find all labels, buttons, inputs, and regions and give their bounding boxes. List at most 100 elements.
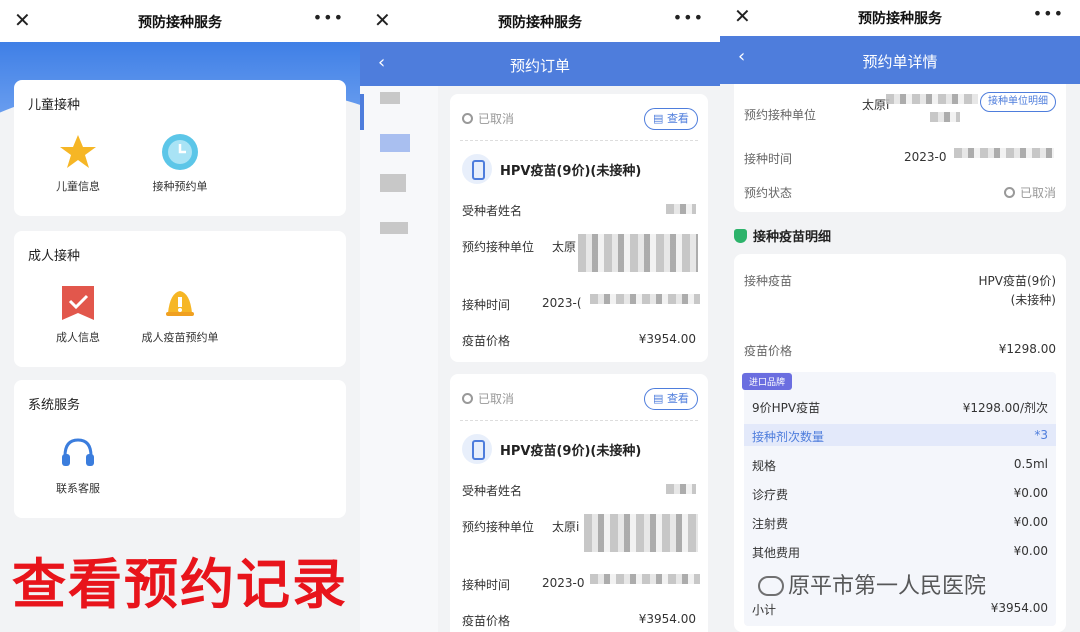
state-value: 已取消: [1003, 184, 1056, 201]
child-appointment-label: 接种预约单: [152, 180, 208, 193]
contact-support-label: 联系客服: [56, 482, 100, 495]
child-info-button[interactable]: 儿童信息: [28, 132, 128, 194]
row-label: 注射费: [752, 517, 789, 531]
status-circle-icon: [1003, 187, 1015, 198]
child-info-label: 儿童信息: [56, 180, 100, 193]
redacted-value: [590, 574, 700, 584]
watermark: 原平市第一人民医院: [758, 568, 986, 600]
order-list-panel: ✕ 预防接种服务 ••• ‹ 预约订单 已取消 ▤ 查看 HPV疫苗(9价)(未…: [360, 0, 720, 632]
time-value: 2023-0: [542, 576, 585, 590]
headset-icon: [62, 438, 94, 466]
state-label: 预约状态: [744, 186, 793, 200]
order-status: 已取消: [462, 390, 514, 407]
unit-label: 预约接种单位: [744, 108, 817, 122]
time-label: 接种时间: [462, 578, 511, 592]
divider: [460, 420, 698, 421]
time-value: 2023-(: [542, 296, 582, 310]
adult-appointment-button[interactable]: 成人疫苗预约单: [130, 283, 230, 345]
vaccine-value-line2: (未接种): [1010, 293, 1056, 307]
document-icon: ▤: [653, 392, 667, 405]
child-appointment-button[interactable]: 接种预约单: [130, 132, 230, 194]
nav-header: ‹ 预约单详情: [720, 36, 1080, 84]
order-card[interactable]: 已取消 ▤ 查看 HPV疫苗(9价)(未接种) 受种者姓名 预约接种单位 太原 …: [450, 94, 708, 362]
order-detail-panel: ✕ 预防接种服务 ••• ‹ 预约单详情 预约接种单位 太原ī 接种单位明细 接…: [720, 0, 1080, 632]
vaccine-name: HPV疫苗(9价)(未接种): [500, 444, 642, 459]
recipient-label: 受种者姓名: [462, 204, 523, 218]
row-value: ¥1298.00/剂次: [962, 401, 1048, 415]
unit-value: 太原i: [552, 520, 580, 534]
side-tab[interactable]: [380, 174, 406, 192]
brand-badge: 进口品牌: [742, 373, 793, 390]
time-value: 2023-0: [904, 150, 947, 164]
appointment-info-card: 预约接种单位 太原ī 接种单位明细 接种时间 2023-0 预约状态 已取消: [734, 84, 1066, 212]
wechat-icon: [758, 576, 784, 596]
vaccine-vial-icon: [462, 154, 492, 184]
section-title: 接种疫苗明细: [734, 226, 831, 245]
system-service-card: 系统服务 联系客服: [14, 380, 346, 518]
unit-label: 预约接种单位: [462, 240, 535, 254]
nav-header: ‹ 预约订单: [360, 42, 720, 86]
row-label: 9价HPV疫苗: [752, 401, 821, 415]
row-value: 0.5ml: [1013, 457, 1048, 471]
page-title: 预防接种服务: [858, 11, 942, 27]
order-status: 已取消: [462, 110, 514, 127]
row-label: 规格: [752, 459, 777, 473]
row-value: ¥0.00: [1013, 544, 1048, 558]
header-title: 预约单详情: [862, 53, 938, 71]
section-title: 成人接种: [28, 249, 81, 264]
contact-support-button[interactable]: 联系客服: [28, 434, 128, 496]
redacted-value: [886, 94, 978, 104]
redacted-value: [584, 514, 698, 552]
more-icon[interactable]: •••: [1033, 4, 1064, 23]
document-icon: ▤: [653, 112, 667, 125]
recipient-label: 受种者姓名: [462, 484, 523, 498]
more-icon[interactable]: •••: [313, 8, 344, 27]
side-tab[interactable]: [380, 92, 400, 104]
unit-label: 预约接种单位: [462, 520, 535, 534]
side-tab[interactable]: [380, 134, 410, 152]
title-bar: ✕ 预防接种服务 •••: [0, 0, 360, 42]
time-label: 接种时间: [744, 152, 793, 166]
selected-tab-indicator: [360, 94, 364, 130]
title-bar: ✕ 预防接种服务 •••: [720, 0, 1080, 36]
row-value: ¥0.00: [1013, 486, 1048, 500]
title-bar: ✕ 预防接种服务 •••: [360, 0, 720, 42]
view-button[interactable]: ▤ 查看: [644, 108, 698, 130]
vaccine-label: 接种疫苗: [744, 274, 793, 288]
price-label: 疫苗价格: [462, 334, 511, 348]
adult-appointment-label: 成人疫苗预约单: [141, 331, 219, 344]
bell-icon: [166, 291, 194, 316]
more-icon[interactable]: •••: [673, 8, 704, 27]
row-value: *3: [1034, 428, 1048, 442]
row-label: 其他费用: [752, 546, 801, 560]
overlay-caption: 查看预约记录: [12, 553, 348, 616]
vaccine-name: HPV疫苗(9价)(未接种): [500, 164, 642, 179]
star-icon: [60, 135, 96, 168]
page-title: 预防接种服务: [138, 15, 222, 31]
redacted-value: [578, 234, 698, 272]
side-tab[interactable]: [380, 222, 408, 234]
redacted-value: [666, 484, 696, 494]
section-title: 系统服务: [28, 398, 81, 413]
row-label: 接种剂次数量: [752, 430, 825, 444]
row-value: ¥0.00: [1013, 515, 1048, 529]
page-title: 预防接种服务: [498, 15, 582, 31]
unit-value: 太原: [552, 240, 577, 254]
section-title: 儿童接种: [28, 98, 81, 113]
price-value: ¥3954.00: [638, 612, 696, 626]
vaccine-value-line1: HPV疫苗(9价): [978, 274, 1056, 288]
order-card[interactable]: 已取消 ▤ 查看 HPV疫苗(9价)(未接种) 受种者姓名 预约接种单位 太原i…: [450, 374, 708, 632]
price-label: 疫苗价格: [744, 344, 793, 358]
redacted-value: [590, 294, 700, 304]
adult-vaccination-card: 成人接种 成人信息 成人疫苗预约单: [14, 231, 346, 367]
check-badge-icon: [62, 286, 94, 320]
view-button[interactable]: ▤ 查看: [644, 388, 698, 410]
child-vaccination-card: 儿童接种 儿童信息 接种预约单: [14, 80, 346, 216]
row-label: 诊疗费: [752, 488, 789, 502]
status-circle-icon: [462, 393, 473, 404]
unit-detail-button[interactable]: 接种单位明细: [980, 92, 1056, 112]
redacted-value: [666, 204, 696, 214]
price-value: ¥1298.00: [998, 342, 1056, 356]
adult-info-button[interactable]: 成人信息: [28, 283, 128, 345]
status-circle-icon: [462, 113, 473, 124]
